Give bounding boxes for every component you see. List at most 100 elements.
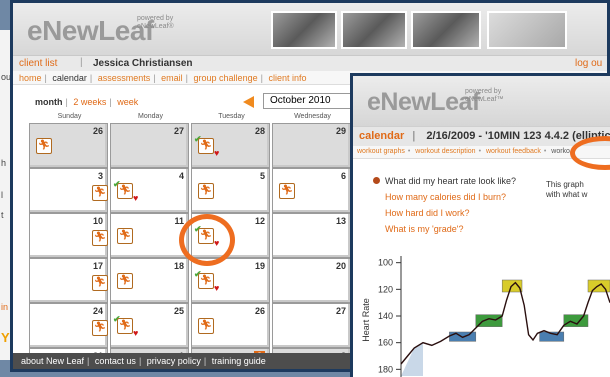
day-number: 11 <box>174 216 184 226</box>
workout-window-header: eNewLeaf powered by eNewLeaf™ <box>353 76 610 126</box>
day-header: Sunday <box>57 113 82 120</box>
y-axis-label: Heart Rate <box>361 298 371 342</box>
calendar-day[interactable]: 27 <box>110 123 189 168</box>
tab-email[interactable]: email <box>161 73 183 83</box>
logo-powered-by: powered by eNewLeaf® <box>137 15 174 30</box>
day-header: Monday <box>138 113 163 120</box>
calendar-day[interactable]: 4 🏃︎ ✔ ♥ <box>110 168 189 213</box>
day-number: 29 <box>335 126 346 136</box>
calendar-day[interactable]: 10 🏃︎ <box>29 213 108 258</box>
calendar-day[interactable]: 29 <box>272 123 351 168</box>
calendar-day[interactable]: 5 🏃︎ <box>191 168 270 213</box>
workout-icon[interactable]: 🏃︎ <box>92 275 108 291</box>
tab-home[interactable]: home <box>19 73 42 83</box>
workout-icon[interactable]: 🏃︎ <box>92 185 108 201</box>
workout-icon[interactable]: 🏃︎ <box>92 320 108 336</box>
workout-icon[interactable]: 🏃︎ <box>92 230 108 246</box>
footer-about-link[interactable]: about New Leaf <box>21 356 84 366</box>
question-heart-rate: What did my heart rate look like? <box>385 176 517 186</box>
workout-icon[interactable]: 🏃︎ <box>117 228 133 244</box>
day-number: 5 <box>259 171 265 181</box>
workout-title-bar: calendar | 2/16/2009 - '10MIN 123 4.4.2 (… <box>353 126 610 146</box>
subnav-workout-graphs[interactable]: workout graphs <box>357 148 405 155</box>
y-tick-label: 160 <box>378 338 393 348</box>
calendar-day[interactable]: 26 🏃︎ <box>191 303 270 348</box>
highlight-circle <box>179 214 235 266</box>
side-snippet: t <box>1 210 4 220</box>
day-number: 17 <box>92 261 103 271</box>
calendar-day[interactable]: 18 🏃︎ <box>110 258 189 303</box>
link-calories[interactable]: How many calories did I burn? <box>385 192 516 202</box>
client-nav-bar: client list | Jessica Christiansen log o… <box>13 55 607 71</box>
calendar-day[interactable]: 3 🏃︎ <box>29 168 108 213</box>
day-number: 12 <box>254 216 265 226</box>
calendar-day[interactable]: 17 🏃︎ <box>29 258 108 303</box>
calendar-day[interactable]: 24 🏃︎ <box>29 303 108 348</box>
month-select[interactable]: October 2010▾ <box>263 93 362 109</box>
workout-icon[interactable]: 🏃︎ <box>198 138 214 154</box>
workout-icon[interactable]: 🏃︎ <box>117 273 133 289</box>
day-number: 26 <box>92 126 103 136</box>
calendar-day[interactable]: 11 🏃︎ <box>110 213 189 258</box>
enewleaf-logo-2: eNewLeaf <box>367 88 480 116</box>
breadcrumb-calendar[interactable]: calendar <box>359 130 404 142</box>
link-grade[interactable]: What is my 'grade'? <box>385 224 516 234</box>
view-2-weeks[interactable]: 2 weeks <box>73 97 106 107</box>
tab-client-info[interactable]: client info <box>268 73 306 83</box>
footer-contact-link[interactable]: contact us <box>95 356 136 366</box>
day-number: 25 <box>173 306 184 316</box>
view-week[interactable]: week <box>117 97 138 107</box>
header-photo-cyclists <box>341 11 407 49</box>
tab-assessments[interactable]: assessments <box>98 73 151 83</box>
day-header: Tuesday <box>218 113 245 120</box>
day-number: 18 <box>173 261 184 271</box>
calendar-day[interactable]: 25✔🏃︎♥ <box>110 303 189 348</box>
footer-privacy-link[interactable]: privacy policy <box>147 356 201 366</box>
tab-group-challenge[interactable]: group challenge <box>194 73 258 83</box>
heart-icon: ♥ <box>133 328 139 338</box>
workout-window: eNewLeaf powered by eNewLeaf™ calendar | 2… <box>350 73 610 377</box>
day-number: 26 <box>254 306 265 316</box>
client-list-link[interactable]: client list <box>19 58 57 69</box>
day-number: 28 <box>254 126 265 136</box>
graph-description: This graph with what w <box>546 180 588 199</box>
day-number: 6 <box>340 171 346 181</box>
subnav-workout-more[interactable]: worko <box>551 148 570 155</box>
enewleaf-logo: eNewLeaf <box>27 15 154 46</box>
view-month[interactable]: month <box>35 97 63 107</box>
link-how-hard[interactable]: How hard did I work? <box>385 208 516 218</box>
heart-rate-chart: 180 160 140 120 100 Heart Rate <box>361 256 610 377</box>
y-tick-label: 180 <box>378 364 393 374</box>
heart-icon: ♥ <box>214 283 220 293</box>
side-snippet: Y <box>1 330 10 345</box>
calendar-day[interactable]: 26 🏃︎ <box>29 123 108 168</box>
tab-calendar[interactable]: calendar <box>52 73 87 83</box>
completed-check-icon: ✔ <box>113 179 121 189</box>
day-number: 13 <box>335 216 346 226</box>
subnav-workout-description[interactable]: workout description <box>415 148 475 155</box>
bullet-icon <box>373 177 380 184</box>
workout-icon[interactable]: 🏃︎ <box>198 318 214 334</box>
workout-icon[interactable]: 🏃︎ <box>279 183 295 199</box>
workout-icon[interactable]: 🏃︎ <box>36 138 52 154</box>
side-snippet: in <box>1 302 9 312</box>
calendar-day[interactable]: 20 <box>272 258 351 303</box>
header-photo-cyclist <box>271 11 337 49</box>
workout-icon[interactable]: 🏃︎ <box>117 318 133 334</box>
workout-icon[interactable]: 🏃︎ <box>198 183 214 199</box>
header-photo-runner <box>411 11 481 49</box>
footer-training-link[interactable]: training guide <box>212 356 266 366</box>
heart-icon: ♥ <box>133 193 139 203</box>
calendar-day[interactable]: 6 🏃︎ <box>272 168 351 213</box>
calendar-day[interactable]: 13 <box>272 213 351 258</box>
previous-month-arrow-icon[interactable] <box>243 96 254 108</box>
logout-link[interactable]: log ou <box>575 58 602 69</box>
side-snippet: h <box>1 158 7 168</box>
calendar-day[interactable]: 27 <box>272 303 351 348</box>
day-number: 27 <box>173 126 184 136</box>
day-number: 19 <box>254 261 265 271</box>
calendar-day[interactable]: 28✔🏃︎♥ <box>191 123 270 168</box>
workout-icon[interactable]: 🏃︎ <box>198 273 214 289</box>
day-number: 10 <box>92 216 103 226</box>
subnav-workout-feedback[interactable]: workout feedback <box>486 148 541 155</box>
